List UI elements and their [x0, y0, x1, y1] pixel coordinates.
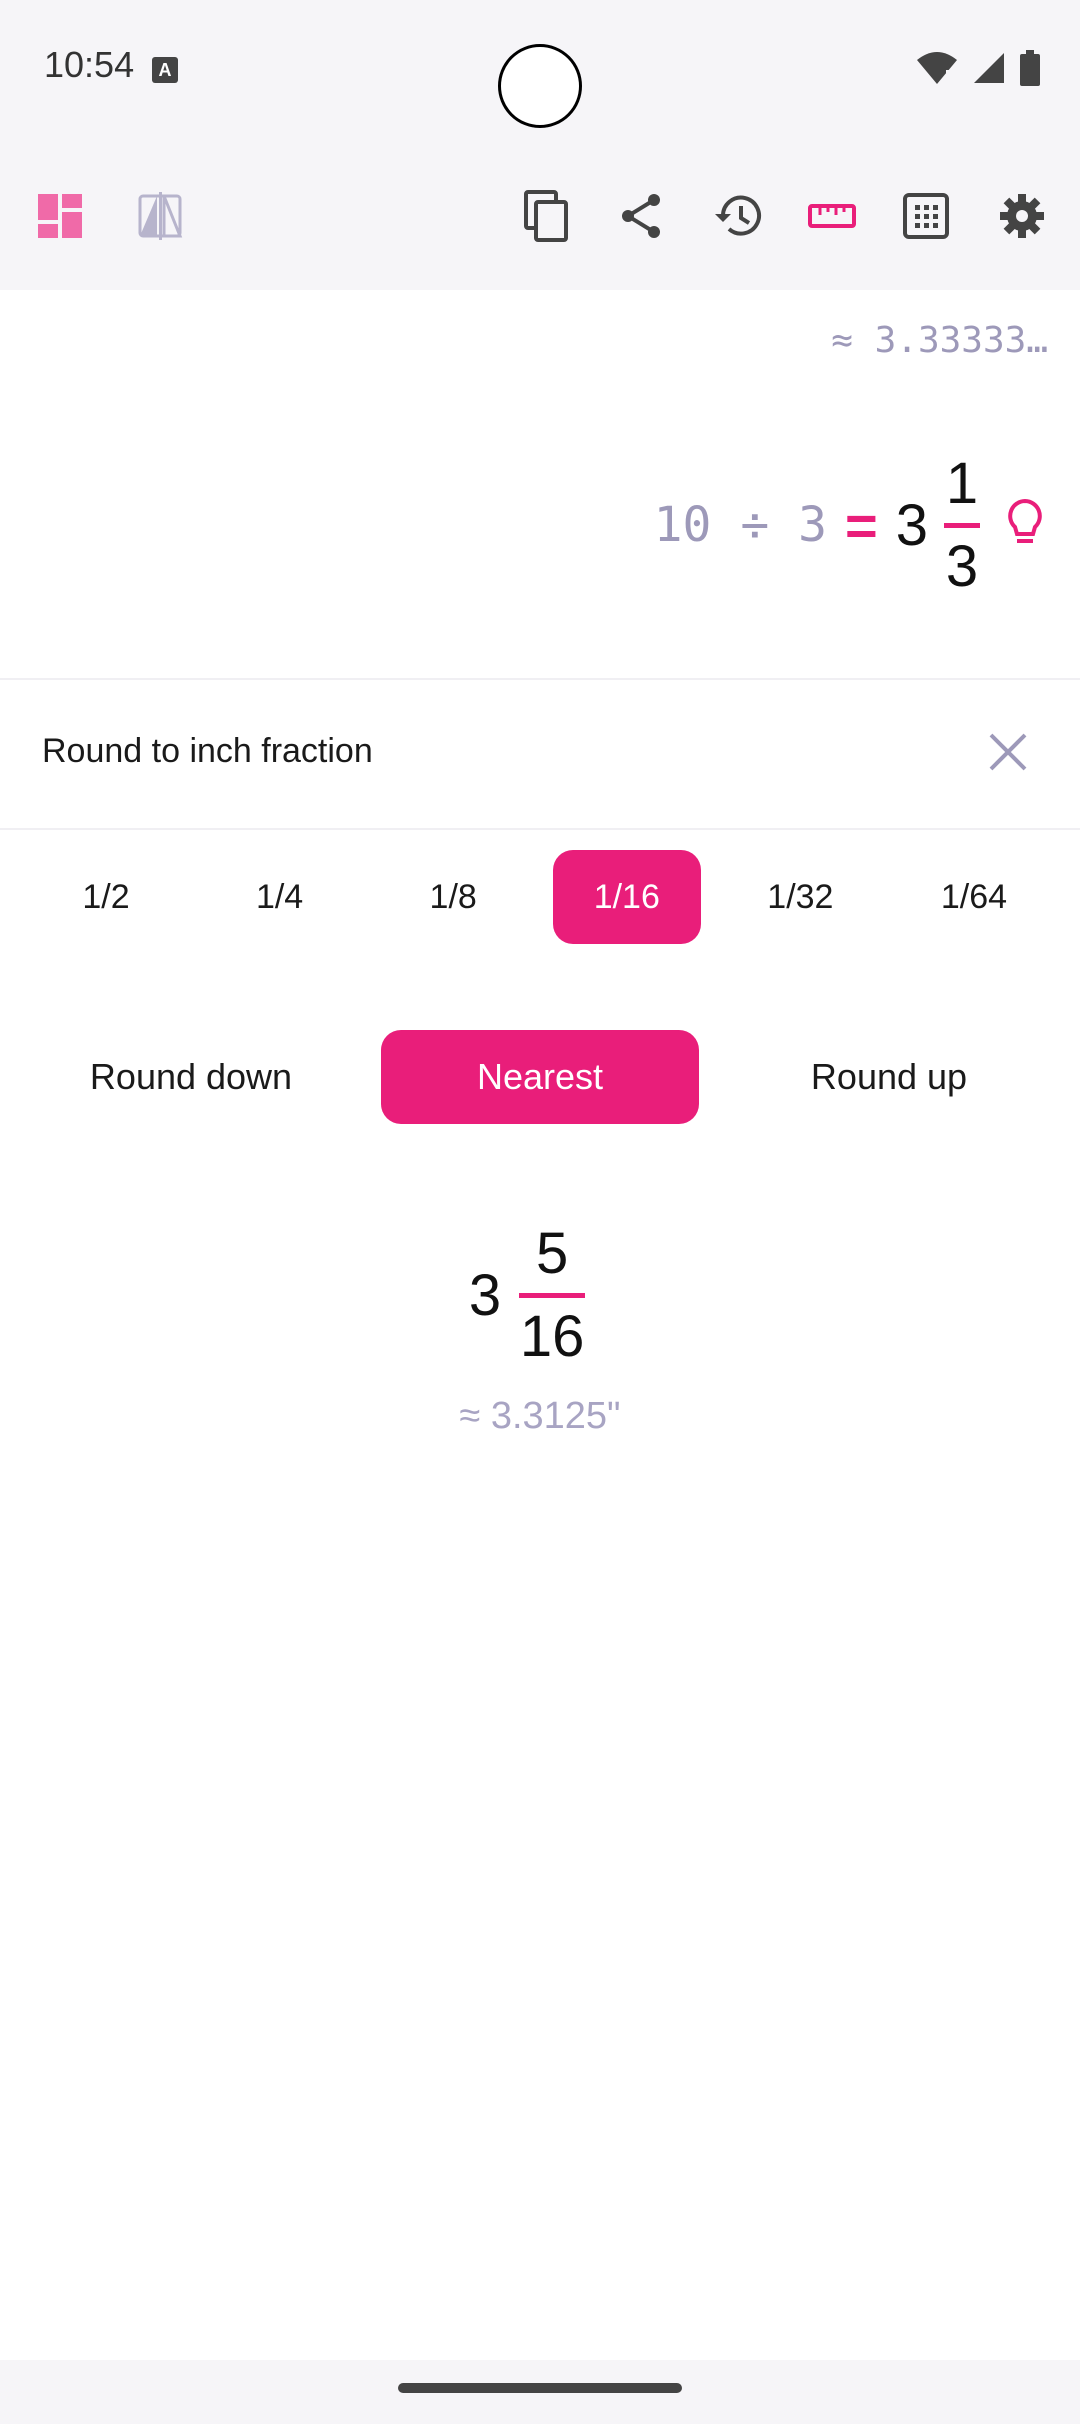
- precision-1-16[interactable]: 1/16: [552, 850, 701, 944]
- rounding-mode-options: Round down Nearest Round up: [32, 1030, 1048, 1126]
- nearest-button[interactable]: Nearest: [381, 1030, 699, 1124]
- fraction-bar: [519, 1292, 586, 1298]
- lightbulb-icon[interactable]: [1006, 498, 1044, 553]
- share-icon[interactable]: [610, 184, 674, 248]
- result-whole: 3: [895, 492, 928, 558]
- rounded-whole: 3: [468, 1262, 502, 1328]
- status-time: 10:54: [44, 44, 135, 85]
- layout-icon[interactable]: [28, 184, 92, 248]
- status-bar: 10:54 A: [0, 0, 1080, 142]
- round-up-button[interactable]: Round up: [730, 1030, 1048, 1124]
- settings-icon[interactable]: [990, 184, 1054, 248]
- rounded-denominator: 16: [519, 1303, 585, 1369]
- precision-1-4[interactable]: 1/4: [206, 850, 354, 944]
- home-indicator[interactable]: [398, 2383, 682, 2393]
- keypad-icon[interactable]: [894, 184, 958, 248]
- precision-1-64[interactable]: 1/64: [900, 850, 1048, 944]
- wifi-icon: [916, 50, 958, 91]
- calculator-display: ≈ 3.33333… 10 ÷ 3 = 3 1 3: [0, 290, 1080, 680]
- approx-result: ≈ 3.33333…: [831, 320, 1048, 361]
- rounding-title: Round to inch fraction: [42, 732, 373, 770]
- history-icon[interactable]: [706, 184, 770, 248]
- a-icon: A: [152, 57, 178, 83]
- rounding-header: Round to inch fraction: [0, 680, 1080, 830]
- equals-sign: =: [845, 493, 878, 557]
- flip-icon[interactable]: [128, 184, 192, 248]
- rounded-result: 3 5 16: [0, 1210, 1080, 1380]
- status-icons: [916, 50, 1040, 91]
- rounded-numerator: 5: [535, 1220, 569, 1286]
- copy-icon[interactable]: [514, 184, 578, 248]
- ruler-icon[interactable]: [800, 184, 864, 248]
- rounded-approx: ≈ 3.3125": [459, 1395, 621, 1437]
- precision-1-2[interactable]: 1/2: [32, 850, 180, 944]
- battery-icon: [1020, 50, 1040, 91]
- round-down-button[interactable]: Round down: [32, 1030, 350, 1124]
- toolbar: [0, 142, 1080, 291]
- rounded-fraction: 5 16: [519, 1220, 586, 1369]
- fraction-precision-options: 1/2 1/4 1/8 1/16 1/32 1/64: [32, 850, 1048, 946]
- precision-1-32[interactable]: 1/32: [726, 850, 874, 944]
- precision-1-8[interactable]: 1/8: [379, 850, 527, 944]
- close-icon: [987, 731, 1029, 778]
- expression[interactable]: 10 ÷ 3: [654, 497, 827, 553]
- calculator-screen: 10:54 A ≈ 3.33333… 10 ÷ 3 = 3 1 3 Round …: [0, 0, 1080, 2424]
- result-denominator: 3: [945, 533, 979, 599]
- result-fraction: 1 3: [944, 450, 980, 599]
- equation: 10 ÷ 3 = 3 1 3: [654, 450, 1044, 600]
- fraction-bar: [944, 522, 980, 528]
- signal-icon: [972, 51, 1006, 90]
- close-button[interactable]: [972, 718, 1044, 790]
- camera-cutout: [498, 44, 582, 128]
- result-numerator: 1: [945, 450, 979, 516]
